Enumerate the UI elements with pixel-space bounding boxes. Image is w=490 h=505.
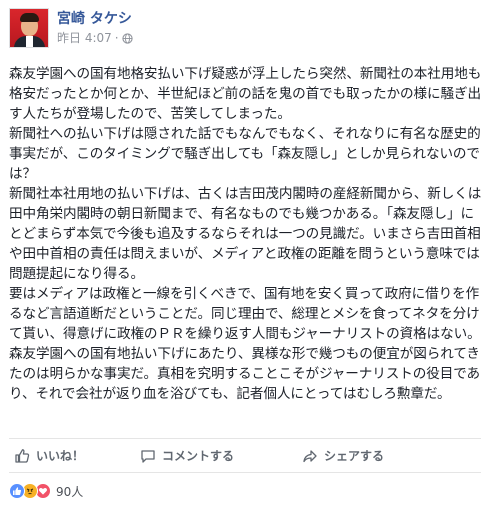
post-paragraph: 新聞社への払い下げは隠された話でもなんでもなく、それなりに有名な歴史的事実だが、… <box>9 126 481 182</box>
post-paragraph: 要はメディアは政権と一線を引くべきで、国有地を安く買って政府に借りを作るなど言語… <box>9 286 481 342</box>
post-paragraph: 新聞社本社用地の払い下げは、古くは吉田茂内閣時の産経新聞から、新しくは田中角栄内… <box>9 186 482 282</box>
separator-dot: · <box>114 31 119 45</box>
like-label: いいね！ <box>36 449 85 463</box>
like-reaction-icon <box>9 483 25 499</box>
action-bar: いいね！ コメントする シェアする <box>9 438 481 473</box>
post-meta: 宮崎 タケシ 昨日 4:07 · <box>57 8 133 46</box>
post-header: 宮崎 タケシ 昨日 4:07 · <box>9 8 133 52</box>
like-button[interactable]: いいね！ <box>14 447 84 464</box>
comment-label: コメントする <box>162 449 235 463</box>
reactions-summary[interactable]: 90人 <box>9 482 83 500</box>
thumbs-up-icon <box>15 448 30 463</box>
post-body: 森友学園への国有地格安払い下げ疑惑が浮上したら突然、新聞社の本社用地も格安だった… <box>9 64 487 404</box>
share-icon <box>303 449 317 462</box>
author-name[interactable]: 宮崎 タケシ <box>57 10 133 28</box>
share-label: シェアする <box>324 449 385 463</box>
avatar[interactable] <box>9 8 49 48</box>
post-subline: 昨日 4:07 · <box>57 30 133 46</box>
facebook-post: 宮崎 タケシ 昨日 4:07 · 森友学園への国有地格安払い下げ疑惑が浮上したら… <box>0 0 490 505</box>
post-paragraph: 森友学園への国有地払い下げにあたり、異様な形で幾つもの便宜が図られてきたのは明ら… <box>9 346 481 402</box>
globe-icon[interactable] <box>121 32 133 44</box>
comment-button[interactable]: コメントする <box>140 447 234 464</box>
share-button[interactable]: シェアする <box>302 447 384 464</box>
post-timestamp[interactable]: 昨日 4:07 <box>57 30 112 46</box>
comment-icon <box>141 449 155 463</box>
post-paragraph: 森友学園への国有地格安払い下げ疑惑が浮上したら突然、新聞社の本社用地も格安だった… <box>9 66 482 122</box>
reaction-count[interactable]: 90人 <box>56 483 83 500</box>
